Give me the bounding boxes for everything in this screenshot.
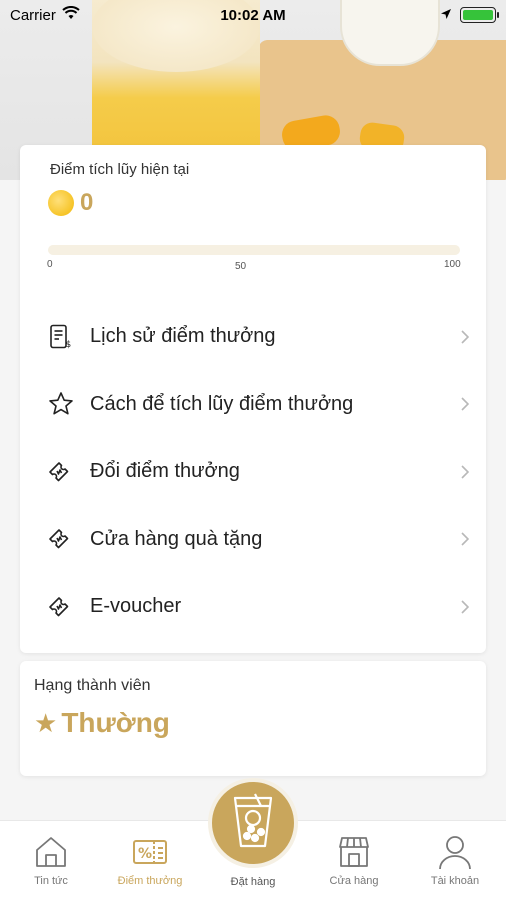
points-summary: 0 xyxy=(48,189,93,217)
chevron-right-icon xyxy=(458,600,472,614)
progress-tick-mid: 50 xyxy=(235,261,247,272)
points-value: 0 xyxy=(80,189,94,216)
menu-item-how-to-earn[interactable]: Cách để tích lũy điểm thưởng xyxy=(20,371,486,439)
star-icon xyxy=(48,391,74,417)
menu-item-label: Cửa hàng quà tặng xyxy=(90,527,263,550)
nav-label-order: Đặt hàng xyxy=(230,876,276,888)
menu-item-points-history[interactable]: $ Lịch sử điểm thưởng xyxy=(20,303,486,371)
menu-item-label: Cách để tích lũy điểm thưởng xyxy=(90,392,354,415)
chevron-right-icon xyxy=(458,330,472,344)
ticket-icon xyxy=(48,459,74,485)
nav-tab-news[interactable]: Tin tức xyxy=(3,821,99,900)
order-button[interactable] xyxy=(208,778,298,868)
rank-title: Hạng thành viên xyxy=(34,677,151,694)
rank-summary: ★ Thường xyxy=(34,707,170,739)
user-icon xyxy=(437,833,473,871)
menu-item-e-voucher[interactable]: E-voucher xyxy=(20,573,486,641)
points-card: Điểm tích lũy hiện tại 0 0 50 100 $ Lịch… xyxy=(20,145,486,653)
nav-tab-account[interactable]: Tài khoản xyxy=(407,821,503,900)
rewards-menu: $ Lịch sử điểm thưởng Cách để tích lũy đ… xyxy=(20,303,486,641)
chevron-right-icon xyxy=(458,532,472,546)
svg-text:%: % xyxy=(138,846,152,862)
receipt-icon: $ xyxy=(48,324,74,350)
menu-item-gift-store[interactable]: Cửa hàng quà tặng xyxy=(20,506,486,574)
progress-tick-max: 100 xyxy=(444,259,461,270)
ticket-icon xyxy=(48,594,74,620)
points-progress-bar xyxy=(48,245,460,255)
nav-tab-rewards[interactable]: % Điểm thưởng xyxy=(102,821,198,900)
nav-label: Cửa hàng xyxy=(329,875,379,887)
ticket-icon xyxy=(48,526,74,552)
bubble-tea-icon xyxy=(231,792,275,855)
svg-text:$: $ xyxy=(66,340,72,350)
membership-rank-card: Hạng thành viên ★ Thường xyxy=(20,661,486,776)
battery-icon xyxy=(460,7,499,23)
rank-value: Thường xyxy=(61,707,170,738)
voucher-icon: % xyxy=(132,833,168,871)
star-icon: ★ xyxy=(34,708,58,738)
points-title: Điểm tích lũy hiện tại xyxy=(50,161,190,178)
store-icon xyxy=(336,833,372,871)
nav-label: Tin tức xyxy=(34,875,68,887)
clock: 10:02 AM xyxy=(220,6,286,24)
menu-item-redeem-points[interactable]: Đổi điểm thưởng xyxy=(20,438,486,506)
coin-icon xyxy=(48,190,74,216)
chevron-right-icon xyxy=(458,397,472,411)
chevron-right-icon xyxy=(458,465,472,479)
menu-item-label: Đổi điểm thưởng xyxy=(90,460,240,483)
status-bar: Carrier 10:02 AM xyxy=(0,0,506,30)
home-icon xyxy=(33,833,69,871)
progress-tick-min: 0 xyxy=(47,259,53,270)
nav-label: Điểm thưởng xyxy=(117,875,183,887)
menu-item-label: Lịch sử điểm thưởng xyxy=(90,325,276,348)
nav-tab-stores[interactable]: Cửa hàng xyxy=(306,821,402,900)
nav-label: Tài khoản xyxy=(430,875,480,887)
menu-item-label: E-voucher xyxy=(90,595,182,618)
